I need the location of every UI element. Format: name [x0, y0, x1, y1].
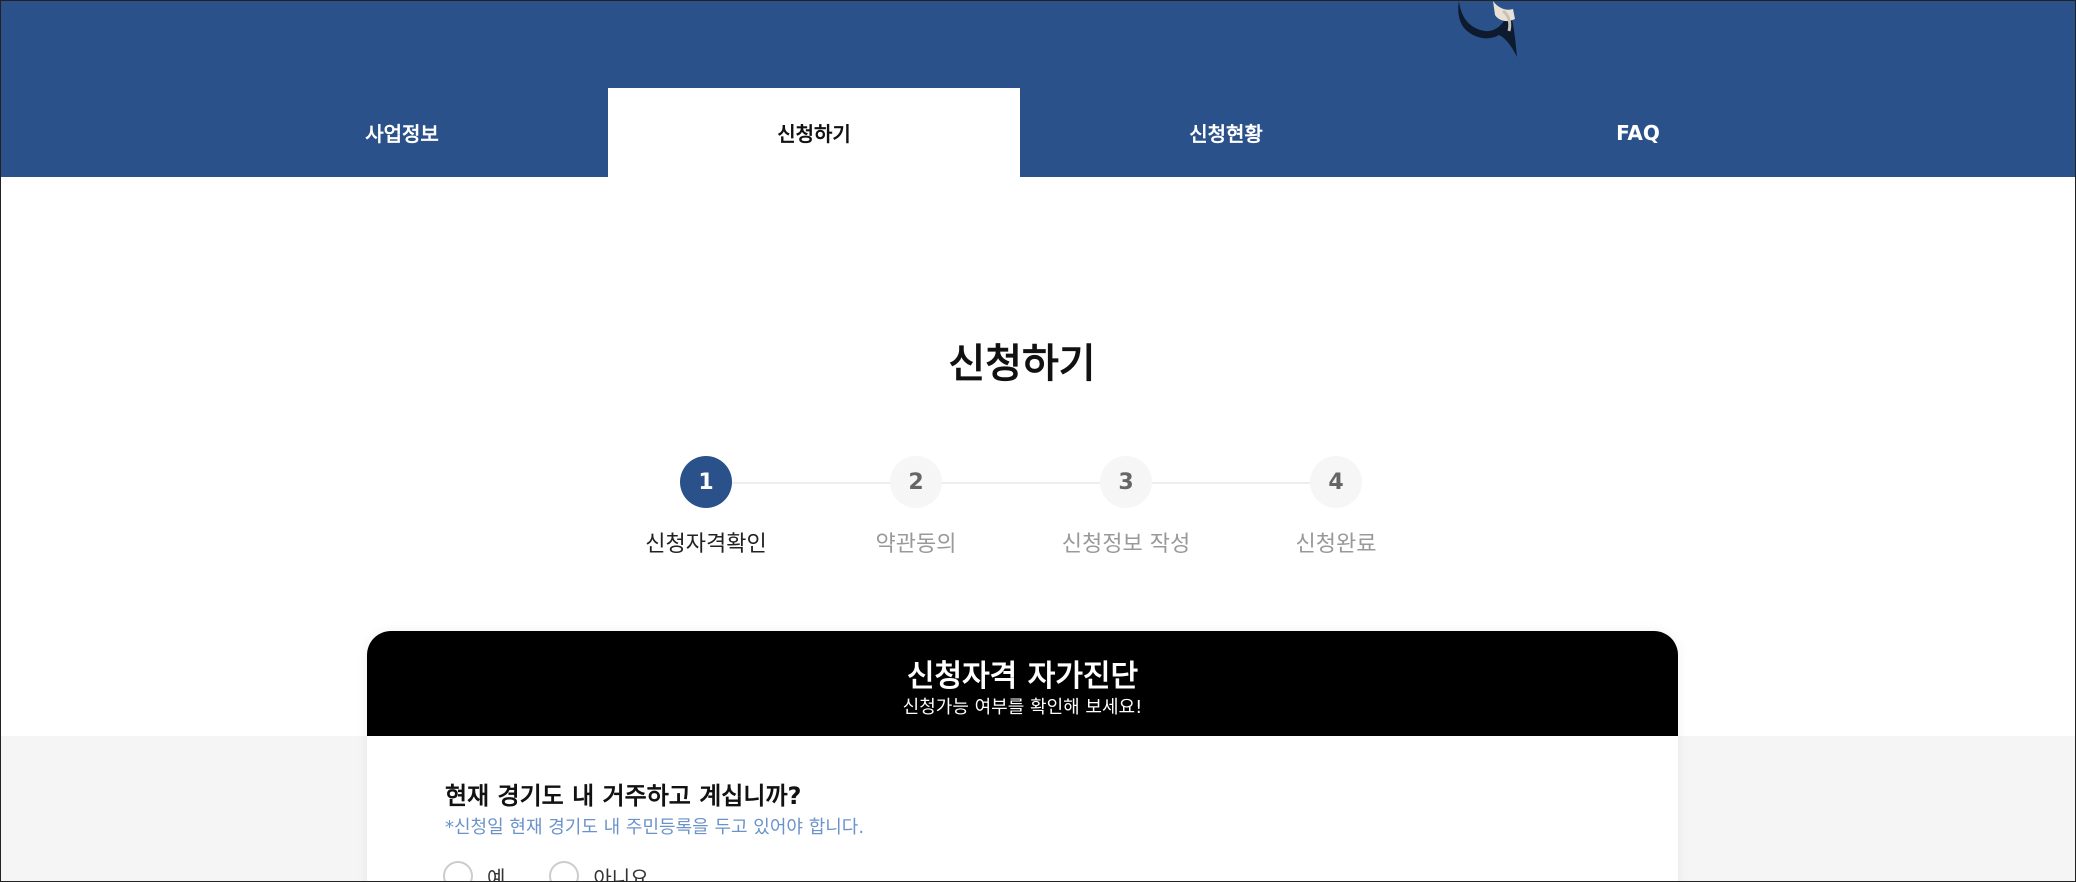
tab-faq[interactable]: FAQ	[1432, 88, 1844, 177]
page-frame: 사업정보 신청하기 신청현황 FAQ 신청하기 1 신청자격확인 2 약관동의 …	[0, 0, 2076, 882]
step-application-form: 3 신청정보 작성	[1021, 456, 1231, 558]
page-title: 신청하기	[948, 341, 1096, 387]
radio-no[interactable]	[549, 861, 580, 881]
card-header: 신청자격 자가진단 신청가능 여부를 확인해 보세요!	[367, 631, 1678, 736]
tab-application-status[interactable]: 신청현황	[1020, 88, 1432, 177]
step-terms: 2 약관동의	[811, 456, 1021, 558]
option-yes[interactable]: 예	[443, 861, 506, 882]
option-label: 아니요	[593, 865, 649, 882]
progress-stepper: 1 신청자격확인 2 약관동의 3 신청정보 작성 4 신청완료	[601, 456, 1441, 566]
answer-options: 예 아니요	[443, 861, 649, 882]
eligibility-check-card: 신청자격 자가진단 신청가능 여부를 확인해 보세요! 현재 경기도 내 거주하…	[367, 631, 1678, 882]
header-banner: 사업정보 신청하기 신청현황 FAQ	[1, 1, 2075, 177]
tab-apply[interactable]: 신청하기	[608, 88, 1020, 177]
tab-business-info[interactable]: 사업정보	[196, 88, 608, 177]
question-notice: *신청일 현재 경기도 내 주민등록을 두고 있어야 합니다.	[445, 817, 865, 838]
main-nav: 사업정보 신청하기 신청현황 FAQ	[196, 88, 1846, 177]
step-complete: 4 신청완료	[1231, 456, 1441, 558]
card-title: 신청자격 자가진단	[906, 659, 1139, 694]
step-eligibility: 1 신청자격확인	[601, 456, 811, 558]
card-subtitle: 신청가능 여부를 확인해 보세요!	[902, 697, 1143, 718]
step-label: 신청완료	[1295, 532, 1377, 557]
option-no[interactable]: 아니요	[549, 861, 649, 882]
character-illustration	[1458, 1, 1517, 57]
radio-yes[interactable]	[443, 861, 473, 881]
option-label: 예	[487, 865, 506, 882]
step-label: 약관동의	[875, 532, 957, 557]
step-label: 신청자격확인	[645, 532, 767, 557]
step-number: 4	[1310, 456, 1362, 508]
step-number: 1	[680, 456, 732, 508]
step-number: 2	[890, 456, 942, 508]
question-text: 현재 경기도 내 거주하고 계십니까?	[445, 782, 802, 810]
step-label: 신청정보 작성	[1061, 532, 1191, 557]
step-number: 3	[1100, 456, 1152, 508]
